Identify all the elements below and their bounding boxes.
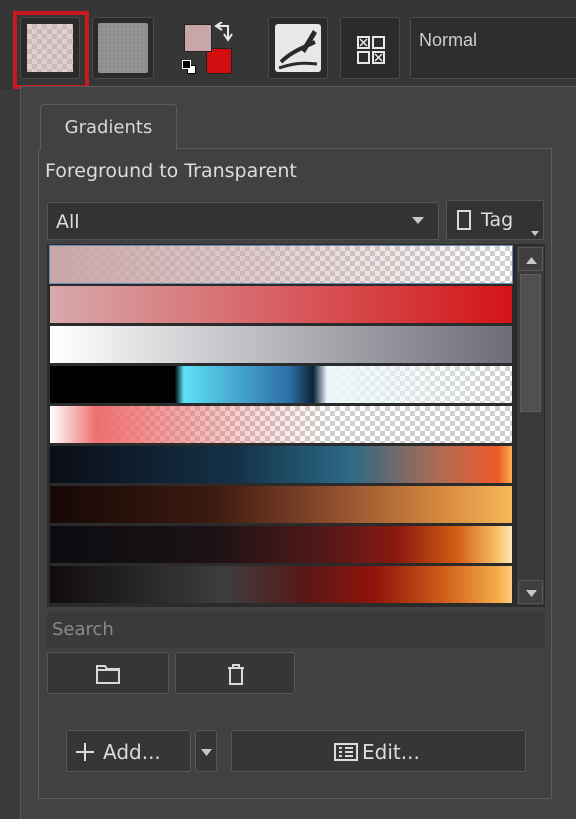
edit-gradient-button[interactable]: Edit...: [231, 730, 526, 772]
tag-filter-select[interactable]: All: [47, 202, 439, 240]
workspace-button[interactable]: [340, 17, 400, 79]
tag-button[interactable]: Tag: [446, 200, 544, 240]
brush-preset-icon: [275, 24, 321, 72]
fg-bg-colors[interactable]: [180, 18, 240, 78]
gradient-item-fg-to-transparent[interactable]: [49, 245, 513, 284]
blending-mode-select[interactable]: Normal: [410, 17, 576, 79]
tag-button-label: Tag: [481, 209, 514, 231]
gradient-list-scrollbar[interactable]: [517, 246, 544, 605]
brush-preset-button[interactable]: [268, 17, 328, 79]
search-input[interactable]: Search: [47, 612, 545, 648]
edit-icon: [334, 743, 358, 761]
edit-gradient-label: Edit...: [362, 740, 420, 764]
import-button[interactable]: [47, 652, 169, 694]
gradient-item-fg-to-bg[interactable]: [50, 286, 512, 323]
default-colors-icon[interactable]: [182, 60, 196, 74]
delete-button[interactable]: [175, 652, 295, 694]
gradient-item-black-cyan-white[interactable]: [50, 366, 512, 403]
tab-gradients-label: Gradients: [64, 117, 153, 138]
tag-filter-value: All: [56, 211, 80, 233]
add-gradient-menu-button[interactable]: [195, 730, 217, 772]
current-gradient-name: Foreground to Transparent: [45, 160, 297, 182]
chevron-down-small-icon: [531, 231, 539, 236]
trash-icon: [228, 664, 244, 685]
chevron-down-icon: [526, 590, 537, 597]
add-gradient-button[interactable]: Add...: [66, 730, 191, 772]
chevron-down-icon: [412, 217, 424, 224]
tag-icon: [457, 210, 471, 230]
chevron-up-icon: [526, 257, 537, 264]
gradient-item-grey-red-orange[interactable]: [50, 566, 512, 603]
gradient-item-white-red-transparent[interactable]: [50, 406, 512, 443]
pattern-swatch: [98, 23, 148, 73]
folder-icon: [96, 665, 120, 684]
chevron-down-icon: [201, 749, 212, 756]
grid-icon: [357, 36, 385, 64]
foreground-color-swatch[interactable]: [184, 24, 212, 52]
plus-icon: [76, 743, 94, 761]
gradient-item-white-to-slate[interactable]: [50, 326, 512, 363]
swap-colors-icon[interactable]: [214, 22, 236, 46]
scroll-down-button[interactable]: [518, 580, 543, 604]
gradient-item-dark-blue-orange[interactable]: [50, 446, 512, 483]
blending-mode-value: Normal: [419, 30, 478, 50]
highlight-box: [13, 11, 89, 89]
gradient-item-dark-red-sun[interactable]: [50, 526, 512, 563]
scroll-thumb[interactable]: [520, 274, 541, 412]
gradient-item-brown-orange[interactable]: [50, 486, 512, 523]
scroll-up-button[interactable]: [518, 247, 543, 271]
search-placeholder: Search: [52, 619, 114, 640]
add-gradient-label: Add...: [103, 740, 161, 764]
tab-gradients[interactable]: Gradients: [40, 104, 177, 150]
pattern-preview-button[interactable]: [92, 17, 154, 79]
